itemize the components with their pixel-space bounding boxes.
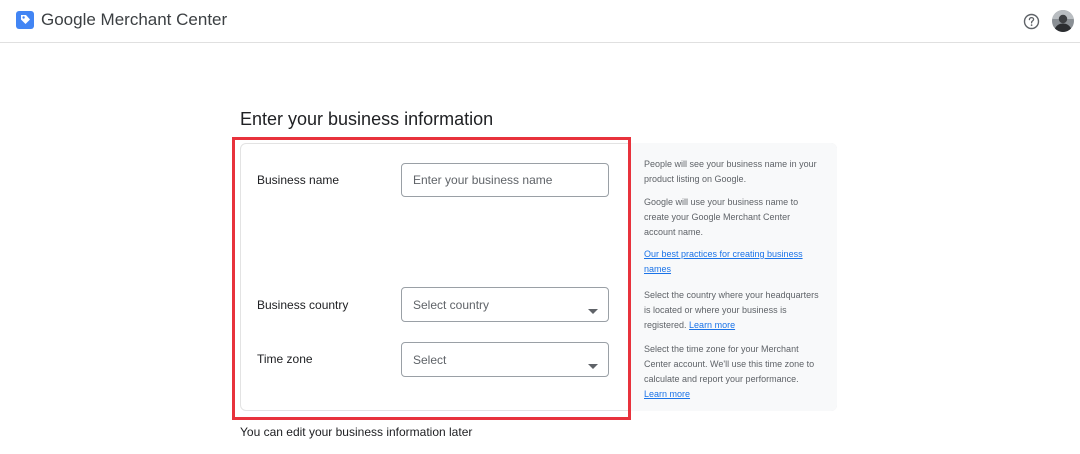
- help-best-practices-wrap: Our best practices for creating business…: [644, 247, 819, 277]
- best-practices-link[interactable]: Our best practices for creating business…: [644, 249, 803, 274]
- app-title: Google Merchant Center: [41, 10, 228, 29]
- country-learn-more-link[interactable]: Learn more: [689, 320, 735, 330]
- dropdown-arrow-icon: [588, 302, 598, 314]
- edit-later-note: You can edit your business information l…: [240, 425, 473, 439]
- help-icon[interactable]: [1023, 13, 1040, 30]
- time-zone-label: Time zone: [257, 352, 313, 366]
- avatar[interactable]: [1052, 10, 1074, 32]
- business-country-label: Business country: [257, 298, 349, 312]
- time-zone-select[interactable]: Select: [401, 342, 609, 377]
- time-zone-value: Select: [413, 353, 447, 367]
- top-app-bar: Google Merchant Center: [0, 0, 1080, 43]
- app-logo[interactable]: Google Merchant Center: [15, 10, 227, 30]
- merchant-center-logo-icon: [15, 10, 35, 30]
- help-name-visibility: People will see your business name in yo…: [644, 159, 817, 184]
- business-name-label: Business name: [257, 173, 340, 187]
- business-country-select[interactable]: Select country: [401, 287, 609, 322]
- help-name-account: Google will use your business name to cr…: [644, 197, 799, 237]
- help-country: Select the country where your headquarte…: [644, 288, 819, 333]
- help-timezone-text: Select the time zone for your Merchant C…: [644, 344, 815, 384]
- business-name-input[interactable]: [401, 163, 609, 197]
- timezone-learn-more-link[interactable]: Learn more: [644, 389, 690, 399]
- dropdown-arrow-icon: [588, 357, 598, 369]
- page-title: Enter your business information: [240, 109, 494, 129]
- help-timezone: Select the time zone for your Merchant C…: [644, 342, 819, 402]
- business-country-value: Select country: [413, 298, 490, 312]
